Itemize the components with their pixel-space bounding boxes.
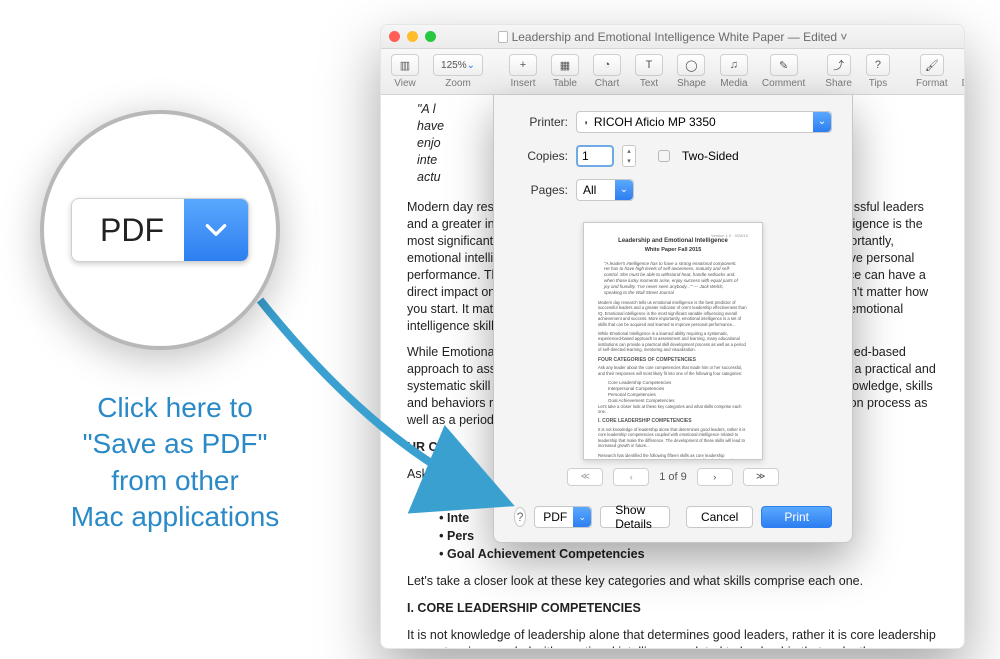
shape-button[interactable]: ◯Shape [673,52,710,91]
callout-pdf-label: PDF [72,212,184,249]
chevron-down-icon [813,112,831,132]
printer-value: RICOH Aficio MP 3350 [594,115,716,129]
callout-pdf-button: PDF [71,198,249,262]
tips-button[interactable]: ?Tips [862,52,894,91]
callout-magnifier: PDF [40,110,280,350]
titlebar: Leadership and Emotional Intelligence Wh… [381,25,964,49]
page-counter: 1 of 9 [659,471,687,483]
maximize-button[interactable] [425,31,436,42]
preview-title: Leadership and Emotional Intelligence [598,238,748,246]
share-button[interactable]: ⤴Share [821,52,856,91]
format-button[interactable]: 🖌Format [912,52,952,91]
pdf-label: PDF [543,510,567,524]
preview-subtitle: White Paper Fall 2015 [598,247,748,254]
minimize-button[interactable] [407,31,418,42]
print-dialog: Printer: ◑ RICOH Aficio MP 3350 Copies: … [493,95,853,543]
insert-button[interactable]: +Insert [505,52,541,91]
window-title: Leadership and Emotional Intelligence Wh… [381,30,964,44]
pages-value: All [583,183,596,197]
text-button[interactable]: TText [631,52,667,91]
chevron-down-icon [573,507,591,527]
table-button[interactable]: ▦Table [547,52,583,91]
print-button[interactable]: Print [761,506,832,528]
last-page-button[interactable]: ≫ [743,468,779,486]
pdf-dropdown[interactable]: PDF [534,506,592,528]
page-navigator: ≪ ‹ 1 of 9 › ≫ [567,468,779,486]
doc-paragraph: It is not knowledge of leadership alone … [407,627,938,648]
callout-line: "Save as PDF" [30,426,320,462]
view-button[interactable]: ▥View [387,52,423,91]
document-icon [498,31,508,43]
pages-select[interactable]: All [576,179,634,201]
copies-stepper[interactable]: ▴▾ [622,145,636,167]
close-button[interactable] [389,31,400,42]
pages-label: Pages: [514,183,568,197]
chevron-down-icon [615,180,633,200]
chart-button[interactable]: ◔Chart [589,52,625,91]
copies-input[interactable] [576,145,614,167]
first-page-button[interactable]: ≪ [567,468,603,486]
doc-paragraph: Let's take a closer look at these key ca… [407,573,938,590]
callout-line: from other [30,463,320,499]
printer-label: Printer: [514,115,568,129]
callout-text: Click here to "Save as PDF" from other M… [30,390,320,536]
media-button[interactable]: ♫Media [716,52,752,91]
document-button[interactable]: ☰Document [958,52,965,91]
callout-line: Mac applications [30,499,320,535]
printer-select[interactable]: ◑ RICOH Aficio MP 3350 [576,111,832,133]
copies-label: Copies: [514,149,568,163]
traffic-lights [389,31,436,42]
app-window: Leadership and Emotional Intelligence Wh… [380,24,965,649]
print-preview: Version 1.0 · 9/28/15 Leadership and Emo… [514,213,832,494]
prev-page-button[interactable]: ‹ [613,468,649,486]
show-details-button[interactable]: Show Details [600,506,670,528]
comment-button[interactable]: ✎Comment [758,52,809,91]
preview-page: Version 1.0 · 9/28/15 Leadership and Emo… [583,222,763,460]
next-page-button[interactable]: › [697,468,733,486]
callout-line: Click here to [30,390,320,426]
cancel-button[interactable]: Cancel [686,506,753,528]
chevron-down-icon [184,198,248,262]
printer-status-icon: ◑ [583,118,588,127]
doc-heading: I. CORE LEADERSHIP COMPETENCIES [407,600,938,617]
zoom-selector[interactable]: 125% ⌄Zoom [429,52,487,91]
two-sided-label: Two-Sided [682,149,739,163]
list-item: Goal Achievement Competencies [447,546,938,563]
toolbar: ▥View 125% ⌄Zoom +Insert ▦Table ◔Chart T… [381,49,964,95]
help-button[interactable]: ? [514,507,526,527]
two-sided-checkbox[interactable] [658,150,670,162]
